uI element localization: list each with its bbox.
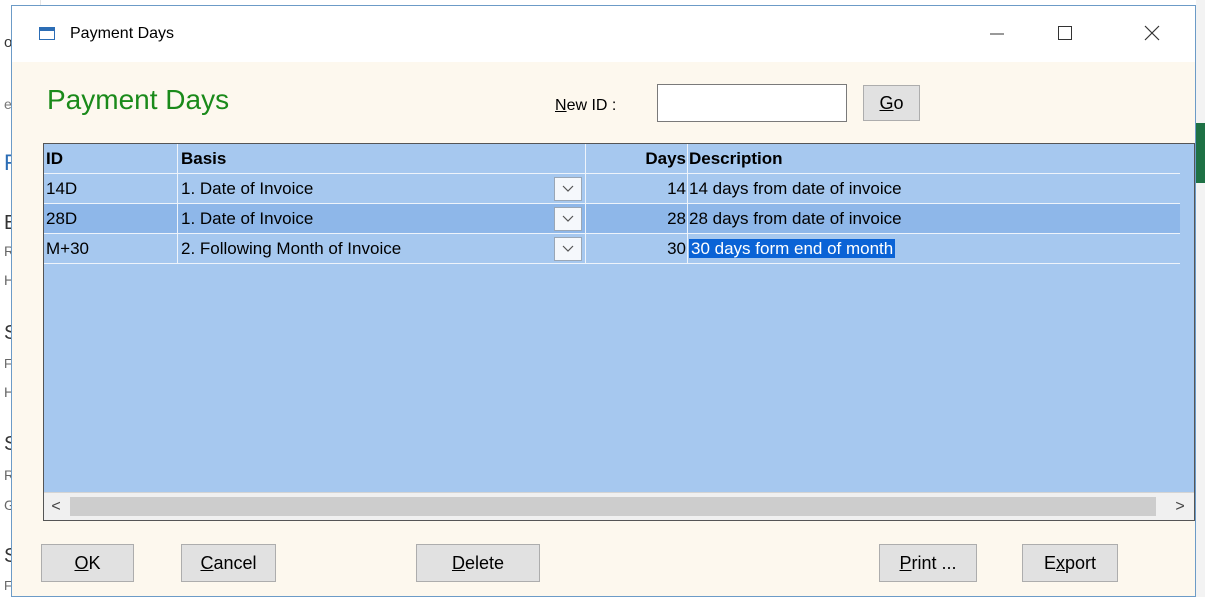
cell-basis-text: 1. Date of Invoice: [181, 209, 314, 228]
title-bar[interactable]: Payment Days: [12, 6, 1195, 62]
column-header-id[interactable]: ID: [44, 144, 178, 173]
cell-id[interactable]: M+30: [44, 234, 178, 263]
table-row[interactable]: 14D 1. Date of Invoice 14 14 days from d…: [44, 174, 1180, 204]
cell-description[interactable]: 30 days form end of month: [688, 234, 1180, 263]
chevron-down-icon: [562, 215, 574, 222]
maximize-icon: [1058, 26, 1072, 40]
basis-dropdown-button[interactable]: [554, 177, 582, 201]
horizontal-scrollbar[interactable]: < >: [44, 492, 1194, 520]
cell-days[interactable]: 28: [586, 204, 688, 233]
cell-id[interactable]: 28D: [44, 204, 178, 233]
table-row[interactable]: M+30 2. Following Month of Invoice 30 30…: [44, 234, 1180, 264]
cell-description[interactable]: 28 days from date of invoice: [688, 204, 1180, 233]
close-button[interactable]: [1129, 14, 1175, 54]
column-header-days[interactable]: Days: [586, 144, 688, 173]
cell-basis-text: 2. Following Month of Invoice: [181, 239, 402, 258]
export-button[interactable]: Export: [1022, 544, 1118, 582]
cell-basis[interactable]: 2. Following Month of Invoice: [178, 234, 586, 263]
chevron-down-icon: [562, 245, 574, 252]
window-title: Payment Days: [70, 25, 175, 42]
cell-description[interactable]: 14 days from date of invoice: [688, 174, 1180, 203]
cell-id[interactable]: 14D: [44, 174, 178, 203]
minimize-icon: [990, 33, 1004, 35]
payment-days-grid: ID Basis Days Description 14D 1. Date of…: [43, 143, 1195, 521]
cell-basis[interactable]: 1. Date of Invoice: [178, 204, 586, 233]
cell-description-selected-text[interactable]: 30 days form end of month: [689, 239, 896, 258]
minimize-button[interactable]: [974, 14, 1020, 54]
basis-dropdown-button[interactable]: [554, 207, 582, 231]
cell-basis-text: 1. Date of Invoice: [181, 179, 314, 198]
background-app-right-edge: [1196, 0, 1205, 597]
basis-dropdown-button[interactable]: [554, 237, 582, 261]
close-icon: [1144, 25, 1160, 41]
cancel-button[interactable]: Cancel: [181, 544, 276, 582]
chevron-down-icon: [562, 185, 574, 192]
scroll-left-arrow[interactable]: <: [44, 493, 68, 520]
new-id-label: New ID :: [555, 97, 617, 114]
column-header-basis[interactable]: Basis: [178, 144, 586, 173]
payment-days-dialog: Payment Days Payment Days New ID : Go ID…: [11, 5, 1196, 597]
go-button[interactable]: Go: [863, 85, 920, 121]
window-app-icon: [39, 27, 55, 40]
column-header-description[interactable]: Description: [688, 144, 1180, 173]
grid-header-row: ID Basis Days Description: [44, 144, 1180, 174]
background-accent-bar: [1196, 123, 1205, 183]
ok-button[interactable]: OK: [41, 544, 134, 582]
cell-days[interactable]: 30: [586, 234, 688, 263]
new-id-input[interactable]: [657, 84, 847, 122]
cell-basis[interactable]: 1. Date of Invoice: [178, 174, 586, 203]
delete-button[interactable]: Delete: [416, 544, 540, 582]
print-button[interactable]: Print ...: [879, 544, 977, 582]
maximize-button[interactable]: [1042, 14, 1088, 54]
page-title: Payment Days: [47, 84, 230, 115]
scroll-right-arrow[interactable]: >: [1168, 493, 1192, 520]
table-row[interactable]: 28D 1. Date of Invoice 28 28 days from d…: [44, 204, 1180, 234]
cell-days[interactable]: 14: [586, 174, 688, 203]
scrollbar-thumb[interactable]: [70, 497, 1156, 516]
